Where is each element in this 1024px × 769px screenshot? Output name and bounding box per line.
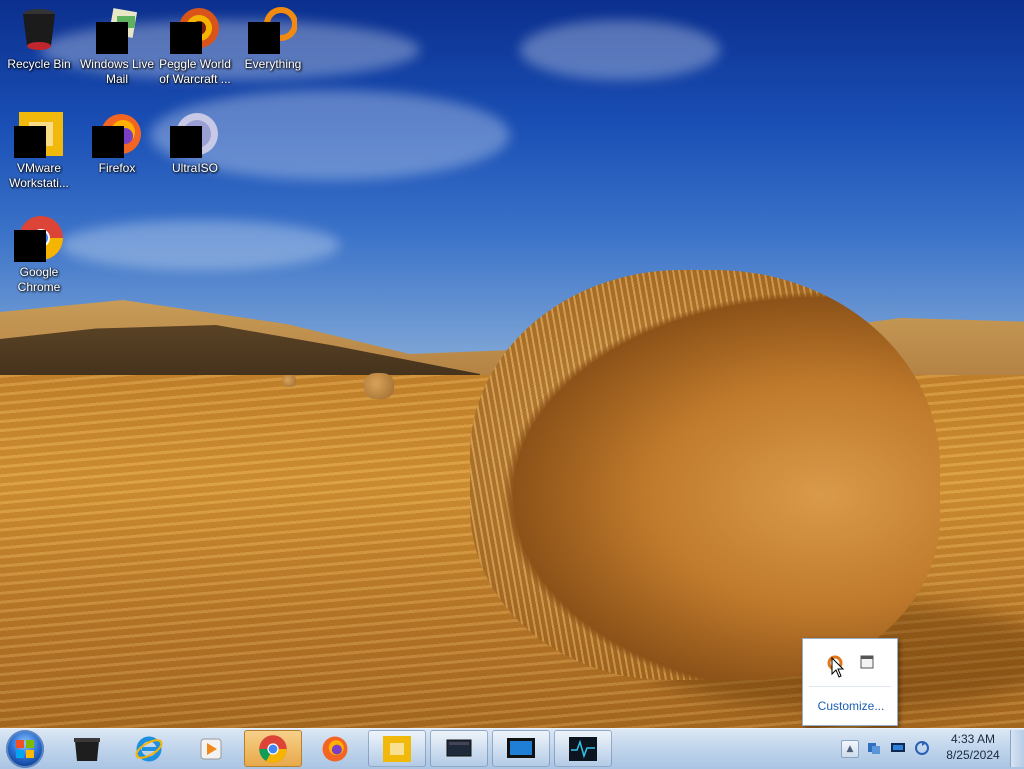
desktop-icon-label: Windows Live Mail bbox=[79, 57, 155, 86]
vmware-icon bbox=[383, 735, 411, 762]
desktop-icon-google-chrome[interactable]: Google Chrome bbox=[0, 214, 78, 295]
desktop-icon-label: VMware Workstati... bbox=[9, 161, 69, 190]
desktop-icon-firefox[interactable]: Firefox bbox=[78, 110, 156, 176]
desktop-icon-recycle-bin[interactable]: Recycle Bin bbox=[0, 6, 78, 72]
firefox-icon bbox=[92, 110, 141, 158]
ultraiso-icon bbox=[170, 110, 219, 158]
wallpaper-small-bale bbox=[282, 375, 296, 387]
wallpaper-small-bale bbox=[364, 373, 394, 399]
taskbar-activity-monitor-button[interactable] bbox=[554, 730, 612, 767]
show-hidden-icons-button[interactable]: ▲ bbox=[841, 740, 859, 758]
taskbar-media-player-button[interactable] bbox=[182, 730, 240, 767]
desktop-icon-label: Recycle Bin bbox=[7, 57, 71, 71]
desktop-icon-label: Google Chrome bbox=[17, 265, 61, 294]
desktop-icon-label: Firefox bbox=[98, 161, 136, 175]
recycle-bin-icon bbox=[15, 6, 63, 54]
customize-link[interactable]: Customize... bbox=[803, 699, 899, 713]
taskbar-chrome-button[interactable] bbox=[244, 730, 302, 767]
window-icon bbox=[446, 739, 472, 756]
sync-icon[interactable] bbox=[914, 740, 930, 756]
desktop-icon-label: UltraISO bbox=[171, 161, 218, 175]
popup-window-icon[interactable] bbox=[859, 654, 875, 670]
internet-explorer-icon bbox=[135, 736, 163, 761]
desktop-icon-windows-live-mail[interactable]: Windows Live Mail bbox=[78, 6, 156, 87]
taskbar-window-button[interactable] bbox=[430, 730, 488, 767]
desktop-icon-vmware[interactable]: VMware Workstati... bbox=[0, 110, 78, 191]
wallpaper-cloud bbox=[520, 20, 720, 80]
desktop-icon-ultraiso[interactable]: UltraISO bbox=[156, 110, 234, 176]
chrome-icon bbox=[14, 214, 63, 262]
recycle-bin-icon bbox=[74, 737, 100, 761]
taskbar-monitor-button[interactable] bbox=[492, 730, 550, 767]
taskbar-clock[interactable]: 4:33 AM 8/25/2024 bbox=[940, 731, 1006, 763]
wallpaper-hay-bale bbox=[470, 270, 940, 680]
firefox-icon bbox=[322, 736, 348, 761]
windows-logo-icon bbox=[16, 740, 34, 758]
taskbar-vmware-button[interactable] bbox=[368, 730, 426, 767]
taskbar-firefox-button[interactable] bbox=[306, 730, 364, 767]
wallpaper-cloud bbox=[60, 220, 340, 270]
activity-monitor-icon bbox=[569, 736, 597, 761]
chrome-icon bbox=[259, 734, 287, 763]
monitor-icon bbox=[507, 737, 535, 758]
taskbar-recycle-bin-button[interactable] bbox=[58, 730, 116, 767]
mouse-cursor-icon bbox=[831, 657, 845, 678]
media-player-icon bbox=[200, 738, 222, 759]
desktop-icon-label: Everything bbox=[244, 57, 302, 71]
taskbar-internet-explorer-button[interactable] bbox=[120, 730, 178, 767]
clock-time: 4:33 AM bbox=[950, 732, 996, 746]
popup-divider bbox=[809, 686, 891, 687]
windows-live-mail-icon bbox=[93, 6, 141, 54]
network-icon[interactable] bbox=[866, 740, 882, 756]
display-icon[interactable] bbox=[890, 740, 906, 756]
start-button[interactable] bbox=[6, 730, 44, 768]
peggle-icon bbox=[170, 6, 219, 54]
desktop-icon-label: Peggle World of Warcraft ... bbox=[159, 57, 231, 86]
show-desktop-button[interactable] bbox=[1010, 730, 1024, 767]
everything-icon bbox=[248, 6, 298, 54]
vmware-icon bbox=[14, 110, 63, 158]
window-icon bbox=[860, 655, 874, 669]
notification-overflow-popup: Customize... bbox=[802, 638, 898, 726]
clock-date: 8/25/2024 bbox=[946, 748, 1000, 762]
desktop-icon-everything[interactable]: Everything bbox=[234, 6, 312, 72]
desktop-icon-peggle[interactable]: Peggle World of Warcraft ... bbox=[156, 6, 234, 87]
